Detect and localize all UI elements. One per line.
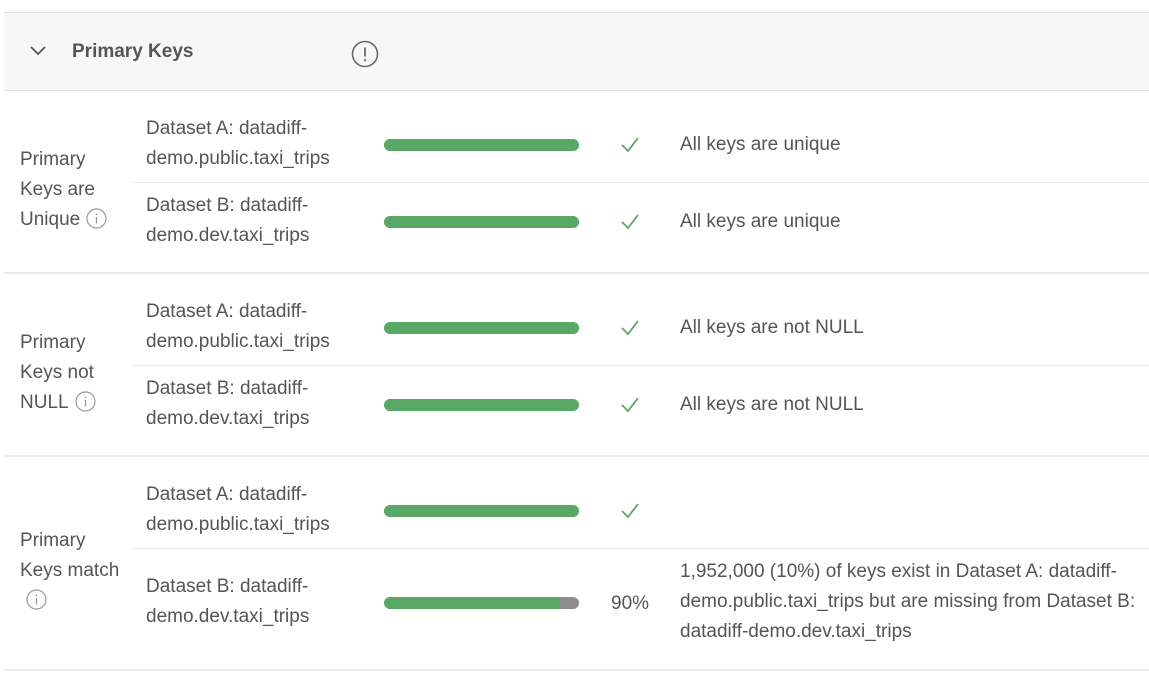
progress-bar <box>384 597 579 609</box>
progress-fill <box>384 399 579 411</box>
primary-keys-panel: Primary Keys Primary Keys are Unique Dat… <box>4 12 1149 672</box>
info-circle-icon[interactable] <box>26 589 47 610</box>
dataset-row: Dataset A: datadiff-demo.public.taxi_tri… <box>131 106 1149 183</box>
section-title: Primary Keys <box>72 41 194 62</box>
group-label: Primary Keys are Unique <box>20 145 130 235</box>
status-message: All keys are not NULL <box>680 317 864 338</box>
dataset-name: Dataset B: datadiff-demo.dev.taxi_trips <box>146 378 310 429</box>
check-group-unique: Primary Keys are Unique Dataset A: datad… <box>4 91 1149 274</box>
dataset-row: Dataset B: datadiff-demo.dev.taxi_trips … <box>131 366 1149 443</box>
group-label-text: Primary Keys match <box>20 530 120 581</box>
status-message: All keys are unique <box>680 211 841 232</box>
section-header[interactable]: Primary Keys <box>4 13 1149 91</box>
progress-bar <box>384 322 579 334</box>
dataset-row: Dataset B: datadiff-demo.dev.taxi_trips … <box>131 183 1149 260</box>
dataset-row: Dataset A: datadiff-demo.public.taxi_tri… <box>131 289 1149 366</box>
group-label: Primary Keys not NULL <box>20 328 130 418</box>
progress-bar <box>384 216 579 228</box>
progress-fill <box>384 505 579 517</box>
progress-bar <box>384 505 579 517</box>
status-message: All keys are unique <box>680 134 841 155</box>
progress-fill <box>384 216 579 228</box>
check-icon <box>621 137 639 153</box>
group-label: Primary Keys match <box>20 526 130 616</box>
progress-fill <box>384 139 579 151</box>
chevron-down-icon[interactable] <box>28 41 48 61</box>
check-group-match: Primary Keys match Dataset A: datadiff-d… <box>4 457 1149 671</box>
check-group-not-null: Primary Keys not NULL Dataset A: datadif… <box>4 274 1149 457</box>
dataset-name: Dataset B: datadiff-demo.dev.taxi_trips <box>146 576 310 627</box>
dataset-row: Dataset B: datadiff-demo.dev.taxi_trips … <box>131 549 1149 656</box>
check-icon <box>621 503 639 519</box>
percent-value: 90% <box>611 593 650 614</box>
exclamation-circle-icon <box>351 40 379 68</box>
progress-fill <box>384 597 560 609</box>
dataset-row: Dataset A: datadiff-demo.public.taxi_tri… <box>131 472 1149 549</box>
progress-fill <box>384 322 579 334</box>
group-label-text: Primary Keys are Unique <box>20 149 95 230</box>
progress-bar <box>384 399 579 411</box>
check-icon <box>621 320 639 336</box>
check-icon <box>621 214 639 230</box>
check-icon <box>621 397 639 413</box>
dataset-name: Dataset B: datadiff-demo.dev.taxi_trips <box>146 195 310 246</box>
progress-bar <box>384 139 579 151</box>
status-message: All keys are not NULL <box>680 394 864 415</box>
info-circle-icon[interactable] <box>74 391 96 412</box>
dataset-name: Dataset A: datadiff-demo.public.taxi_tri… <box>146 118 330 169</box>
dataset-name: Dataset A: datadiff-demo.public.taxi_tri… <box>146 484 330 535</box>
dataset-name: Dataset A: datadiff-demo.public.taxi_tri… <box>146 301 330 352</box>
info-circle-icon[interactable] <box>86 208 107 229</box>
status-message: 1,952,000 (10%) of keys exist in Dataset… <box>680 561 1136 642</box>
